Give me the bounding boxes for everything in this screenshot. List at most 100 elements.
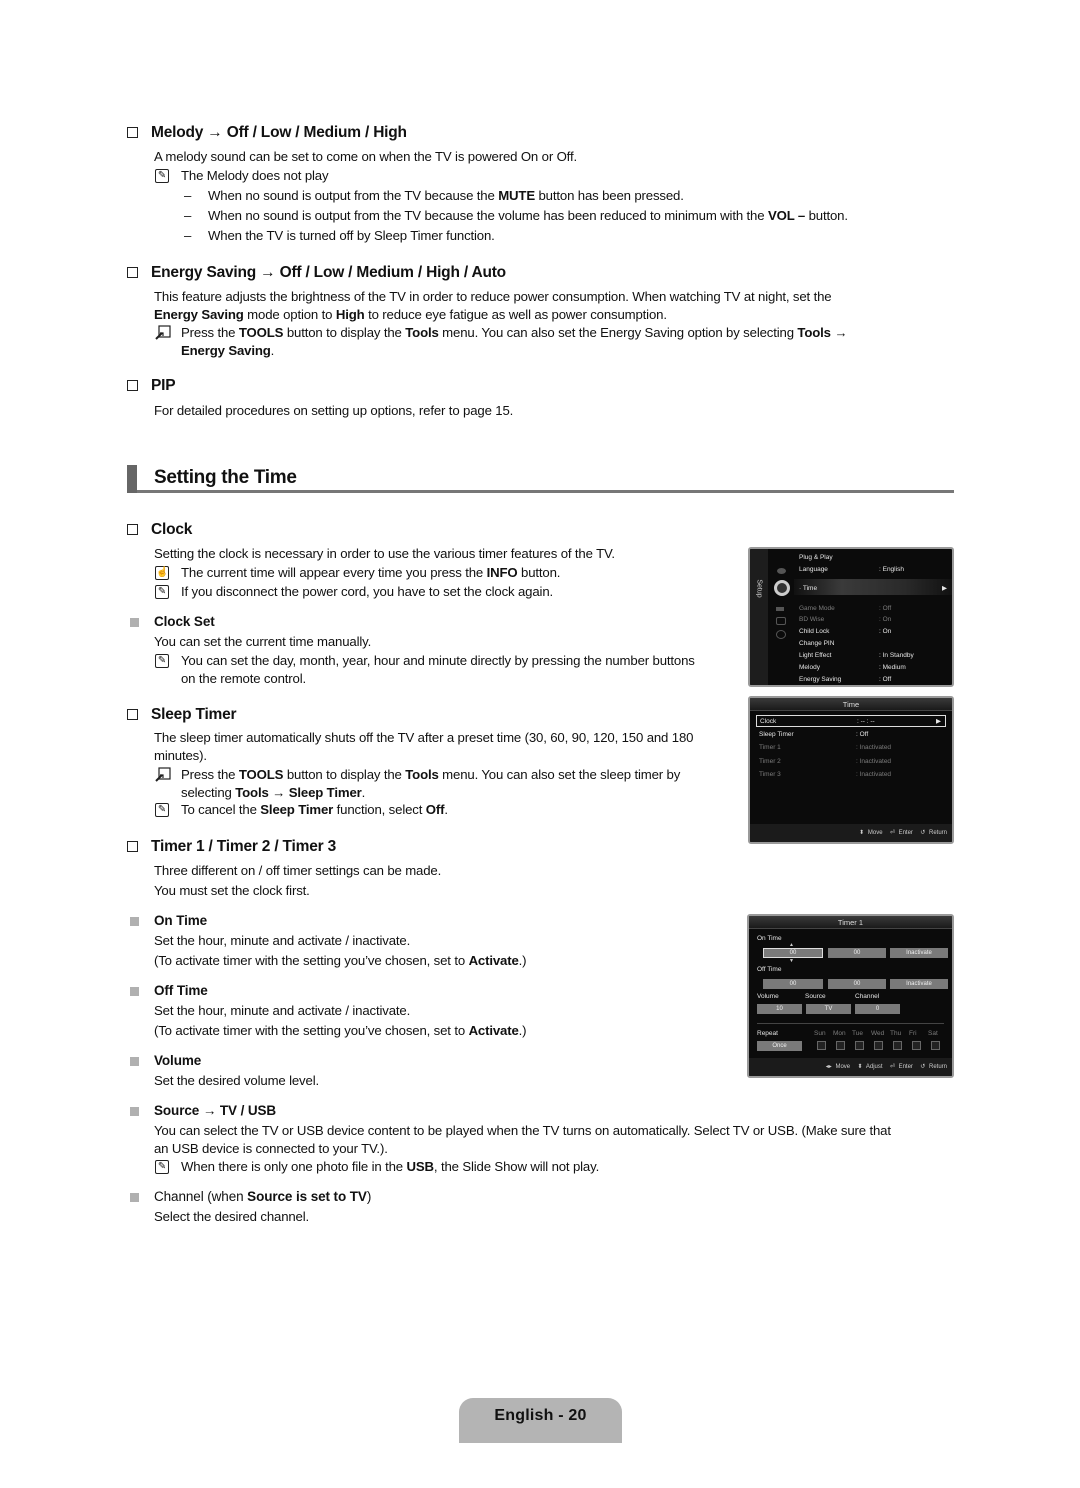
source-label: Source [805,993,826,1000]
sleep-timer-cancel-note: ✎ To cancel the Sleep Timer function, sel… [155,801,448,819]
submenu-arrow-icon: ▶ [942,585,947,592]
off-time-hint: (To activate timer with the setting you’… [154,1023,527,1038]
clock-set-description: You can set the current time manually. [154,634,372,649]
move-icon: ⬍ [859,830,865,836]
day-label: Thu [890,1030,902,1037]
tools-icon [155,325,171,340]
osd-item-value: : On [879,616,892,623]
day-label: Wed [871,1030,885,1037]
timers-clock-requirement: You must set the clock first. [154,883,310,898]
osd-item-label: Timer 1 [759,744,781,751]
off-time-activate-field[interactable]: Inactivate [890,979,948,989]
osd-setup-item[interactable]: Child Lock: On [750,626,952,638]
checkbox-bullet-icon [127,524,138,535]
osd-item-value: : Medium [879,664,906,671]
osd-time-item[interactable]: Sleep Timer: Off [750,729,952,741]
day-checkbox[interactable] [817,1041,826,1050]
melody-note: ✎ The Melody does not play [155,167,329,185]
osd-item-value: : English [879,566,904,573]
osd-item-value: : Inactivated [856,757,892,765]
osd-item-label: Change PIN [799,640,835,647]
volume-field[interactable]: 10 [757,1004,802,1014]
off-time-description: Set the hour, minute and activate / inac… [154,1003,411,1018]
melody-bullet: – When no sound is output from the TV bec… [184,188,684,203]
repeat-field[interactable]: Once [757,1041,802,1051]
channel-description: Select the desired channel. [154,1209,310,1224]
osd-setup-item[interactable]: Melody : Medium [750,662,952,674]
on-time-heading: On Time [130,913,207,928]
clock-power-note: ✎ If you disconnect the power cord, you h… [155,583,553,601]
left-right-icon: ◂▸ [825,1064,832,1070]
checkbox-bullet-icon [127,709,138,720]
on-time-activate-field[interactable]: Inactivate [890,948,948,958]
osd-setup-item[interactable]: Plug & Play [750,552,952,564]
timers-description: Three different on / off timer settings … [154,863,442,878]
osd-timer1-menu: Timer 1 On Time ▲ 00 00 Inactivate ▼ Off… [747,914,954,1078]
osd-setup-item[interactable]: Energy Saving : Off [750,674,952,685]
osd-item-label: Melody [799,664,820,671]
day-checkbox[interactable] [874,1041,883,1050]
submenu-arrow-icon: ▶ [936,718,941,725]
square-bullet-icon [130,917,139,926]
osd-item-label: Language [799,566,828,573]
down-arrow-icon: ▼ [789,958,794,964]
source-field[interactable]: TV [806,1004,851,1014]
square-bullet-icon [130,987,139,996]
note-icon: ✎ [155,169,169,183]
sleep-timer-heading: Sleep Timer [127,706,237,724]
repeat-label: Repeat [757,1030,778,1037]
remote-button-icon: ☝ [155,566,169,580]
on-time-hour-field[interactable]: 00 [763,948,823,958]
osd-timer1-title: Timer 1 [749,916,952,929]
checkbox-bullet-icon [127,267,138,278]
clock-set-heading: Clock Set [130,614,215,629]
on-time-description: Set the hour, minute and activate / inac… [154,933,411,948]
osd-item-value: : Off [879,676,892,683]
pip-heading: PIP [127,377,176,395]
on-time-minute-field[interactable]: 00 [828,948,886,958]
osd-item-value: : On [879,628,892,635]
osd-item-value: : -- : -- [857,718,875,725]
osd-item-label: Energy Saving [799,676,842,683]
sleep-timer-tools-note: Press the TOOLS button to display the To… [155,766,741,802]
off-time-minute-field[interactable]: 00 [828,979,886,989]
channel-heading: Channel (when Source is set to TV) [130,1189,371,1204]
osd-time-item[interactable]: Clock : -- : -- ▶ [756,715,946,727]
osd-setup-item[interactable]: · Time ▶ [750,583,952,595]
checkbox-bullet-icon [127,127,138,138]
note-icon: ✎ [155,1160,169,1174]
osd-item-label: Clock [760,718,777,725]
day-label: Mon [833,1030,846,1037]
square-bullet-icon [130,1193,139,1202]
dash-bullet-icon: – [184,208,192,223]
checkbox-bullet-icon [127,841,138,852]
osd-setup-item[interactable]: Language : English [750,564,952,576]
note-icon: ✎ [155,803,169,817]
timers-heading: Timer 1 / Timer 2 / Timer 3 [127,838,336,856]
osd-setup-item[interactable]: Light Effect: In Standby [750,650,952,662]
clock-set-note: ✎ You can set the day, month, year, hour … [155,652,741,688]
melody-heading: Melody → Off / Low / Medium / High [127,124,407,142]
day-checkbox[interactable] [836,1041,845,1050]
day-checkbox[interactable] [855,1041,864,1050]
channel-field[interactable]: 0 [855,1004,900,1014]
off-time-hour-field[interactable]: 00 [763,979,823,989]
osd-setup-item[interactable]: BD Wise: On [750,614,952,626]
osd-time-item[interactable]: Timer 3: Inactivated [750,769,952,781]
clock-heading: Clock [127,521,192,539]
enter-icon: ⏎ [889,830,895,836]
day-checkbox[interactable] [912,1041,921,1050]
day-checkbox[interactable] [931,1041,940,1050]
osd-setup-item[interactable]: Change PIN [750,638,952,650]
source-heading: Source → TV / USB [130,1103,276,1118]
osd-time-item[interactable]: Timer 1 : Inactivated [750,742,952,754]
osd-item-label: Plug & Play [799,554,833,561]
dash-bullet-icon: – [184,228,192,243]
section-title: Setting the Time [127,465,954,493]
square-bullet-icon [130,618,139,627]
osd-item-value: : Inactivated [856,744,892,751]
up-down-icon: ⬍ [857,1064,863,1070]
osd-item-value: : Inactivated [856,771,892,778]
osd-time-item[interactable]: Timer 2: Inactivated [750,756,952,768]
day-checkbox[interactable] [893,1041,902,1050]
